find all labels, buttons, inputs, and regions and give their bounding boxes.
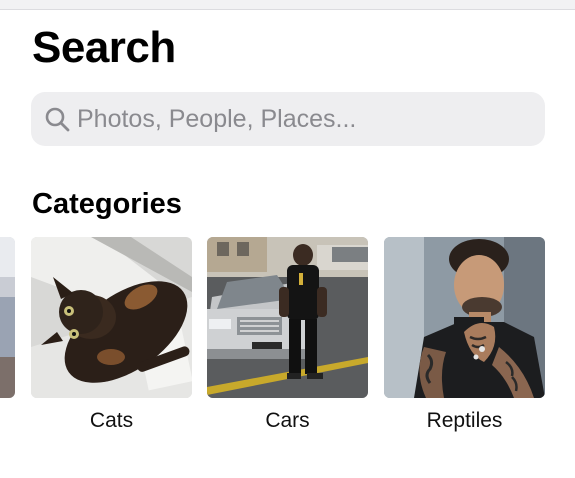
category-card-cats[interactable]: Cats — [31, 237, 192, 434]
category-card-partial[interactable] — [0, 237, 15, 398]
categories-heading: Categories — [32, 188, 182, 220]
cats-thumbnail — [31, 237, 192, 398]
page-title: Search — [32, 23, 176, 72]
search-placeholder: Photos, People, Places... — [77, 105, 357, 133]
search-input[interactable]: Photos, People, Places... — [31, 92, 545, 146]
top-bar-edge — [0, 0, 575, 10]
reptiles-thumbnail — [384, 237, 545, 398]
category-label-reptiles: Reptiles — [426, 409, 503, 432]
category-label-cats: Cats — [89, 409, 134, 432]
search-screen: Search Photos, People, Places... Categor… — [0, 0, 575, 478]
category-card-reptiles[interactable]: Reptiles — [384, 237, 545, 434]
category-label-cars: Cars — [265, 409, 310, 432]
search-icon — [43, 105, 71, 133]
categories-carousel[interactable]: Cats Cars Reptiles — [0, 237, 575, 437]
cars-thumbnail — [207, 237, 368, 398]
category-card-cars[interactable]: Cars — [207, 237, 368, 434]
